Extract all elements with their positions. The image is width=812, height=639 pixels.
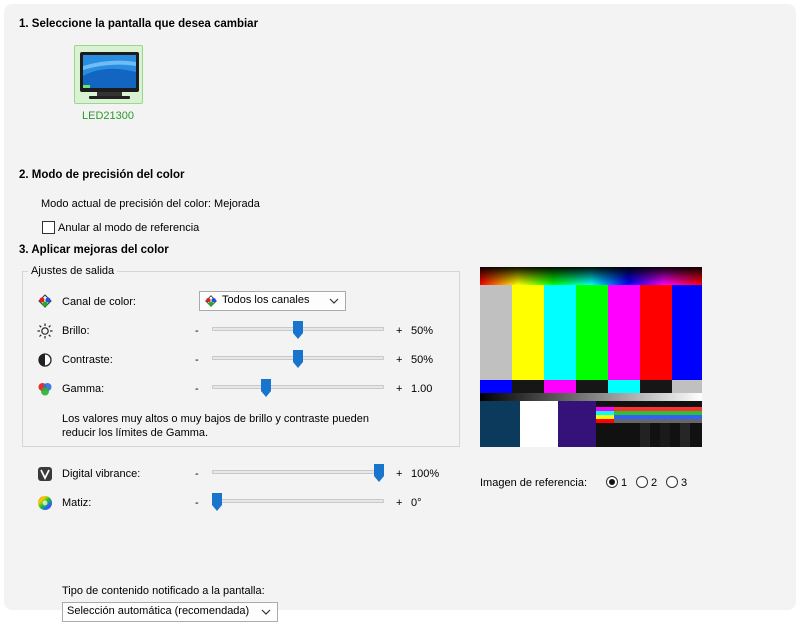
gamma-minus: - [195, 383, 199, 395]
contrast-label: Contraste: [62, 354, 113, 366]
reference-radio-1[interactable] [606, 476, 618, 488]
vibrance-value: 100% [411, 468, 440, 480]
channel-label: Canal de color: [62, 296, 136, 308]
brightness-plus: + [396, 325, 403, 337]
chevron-down-icon [261, 609, 271, 615]
content-type-dropdown[interactable]: Selección automática (recomendada) [62, 602, 278, 622]
brightness-label: Brillo: [62, 325, 90, 337]
override-label: Anular al modo de referencia [58, 222, 200, 234]
content-type-label: Tipo de contenido notificado a la pantal… [62, 585, 265, 597]
reference-option-1: 1 [621, 477, 628, 489]
hue-minus: - [195, 497, 199, 509]
contrast-minus: - [195, 354, 199, 366]
hue-slider-thumb[interactable] [212, 493, 222, 511]
gamma-value: 1.00 [411, 383, 433, 395]
channel-dropdown-icon [205, 295, 217, 307]
color-channel-icon [38, 294, 52, 308]
contrast-icon [38, 353, 52, 367]
gamma-plus: + [396, 383, 403, 395]
hue-slider-track[interactable] [212, 499, 384, 503]
channel-value: Todos los canales [222, 294, 310, 306]
hue-label: Matiz: [62, 497, 92, 509]
hue-plus: + [396, 497, 403, 509]
note-line-1: Los valores muy altos o muy bajos de bri… [62, 413, 369, 425]
reference-test-pattern-image [480, 267, 702, 447]
contrast-value: 50% [411, 354, 434, 366]
vibrance-label: Digital vibrance: [62, 468, 141, 480]
brightness-value: 50% [411, 325, 434, 337]
note-line-2: reducir los límites de Gamma. [62, 427, 209, 439]
vibrance-minus: - [195, 468, 199, 480]
hue-icon [38, 496, 52, 510]
gamma-label: Gamma: [62, 383, 105, 395]
brightness-icon [37, 323, 53, 339]
brightness-slider-thumb[interactable] [293, 321, 303, 339]
reference-option-2: 2 [651, 477, 658, 489]
chevron-down-icon [329, 298, 339, 304]
brightness-minus: - [195, 325, 199, 337]
section-3-title: 3. Aplicar mejoras del color [19, 244, 169, 256]
display-name: LED21300 [82, 110, 134, 122]
section-1-title: 1. Seleccione la pantalla que desea camb… [19, 18, 259, 30]
content-type-value: Selección automática (recomendada) [67, 605, 250, 617]
reference-option-3: 3 [681, 477, 688, 489]
reference-label: Imagen de referencia: [480, 477, 588, 489]
channel-dropdown[interactable]: Todos los canales [199, 291, 346, 311]
gamma-slider-track[interactable] [212, 385, 384, 389]
contrast-plus: + [396, 354, 403, 366]
gamma-slider-thumb[interactable] [260, 379, 271, 397]
vibrance-slider-track[interactable] [212, 470, 384, 474]
vibrance-plus: + [396, 468, 403, 480]
monitor-icon [80, 52, 139, 99]
output-settings-title: Ajustes de salida [28, 265, 118, 277]
hue-value: 0° [411, 497, 422, 509]
section-2-title: 2. Modo de precisión del color [19, 169, 185, 181]
current-mode-text: Modo actual de precisión del color: Mejo… [41, 198, 260, 210]
reference-radio-3[interactable] [666, 476, 678, 488]
vibrance-icon [38, 467, 52, 481]
gamma-icon [38, 383, 52, 396]
override-checkbox[interactable] [42, 221, 55, 234]
reference-radio-2[interactable] [636, 476, 648, 488]
vibrance-slider-thumb[interactable] [374, 464, 384, 482]
contrast-slider-thumb[interactable] [293, 350, 303, 368]
display-tile[interactable] [74, 45, 143, 104]
